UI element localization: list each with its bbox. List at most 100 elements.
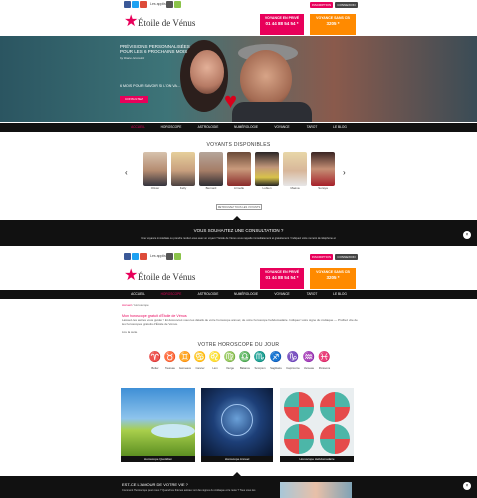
close-icon[interactable]: × — [463, 231, 471, 239]
capricorn-icon: ♑ — [286, 352, 300, 363]
nav-horoscope[interactable]: HOROSCOPE — [155, 124, 187, 131]
zodiac-name: Balance — [239, 366, 251, 370]
breadcrumb-home[interactable]: Accueil — [122, 303, 132, 307]
seer-card[interactable]: Bernard — [199, 152, 223, 190]
seer-card[interactable]: Soraya — [311, 152, 335, 190]
googleplus-icon[interactable] — [140, 253, 147, 260]
seers-title: VOYANTS DISPONIBLES — [206, 142, 271, 148]
consult-button[interactable]: CONSULTEZ — [120, 96, 148, 103]
nav-numerologie[interactable]: NUMÉROLOGIE — [228, 124, 264, 131]
nav-voyance[interactable]: VOYANCE — [268, 124, 296, 131]
band-notch — [232, 472, 242, 477]
apple-icon[interactable] — [166, 253, 173, 260]
cta-cb-label: VOYANCE SANS CB — [316, 16, 350, 20]
zodiac-item-poissons[interactable]: ♓ Poissons — [317, 352, 332, 374]
nav-astrologie[interactable]: ASTROLOGIE — [192, 291, 224, 298]
tile-horoscope-annuel[interactable]: Horoscope Annuel — [201, 388, 273, 462]
zodiac-name: Taureau — [164, 366, 176, 370]
connexion-button[interactable]: CONNEXION — [335, 253, 358, 260]
chevron-right-icon[interactable]: › — [343, 168, 346, 177]
logo[interactable]: ★ Étoile de Vénus — [124, 12, 234, 34]
cta-phone[interactable]: VOYANCE EN PRIVÉ 01 44 88 54 54 * — [260, 14, 304, 35]
tile-horoscope-quotidien[interactable]: Horoscope Quotidien — [121, 388, 195, 462]
hero-subtitle: 6 MOIS POUR SAVOIR SI L'ON VA... — [120, 84, 180, 88]
seer-card[interactable]: Lubien — [255, 152, 279, 190]
seer-card[interactable]: Armelle — [227, 152, 251, 190]
seer-photo — [199, 152, 223, 186]
nav-astrologie[interactable]: ASTROLOGIE — [192, 124, 224, 131]
wheel-1 — [284, 392, 314, 422]
zodiac-item-gemeaux[interactable]: ♊ Gémeaux — [178, 352, 192, 374]
tile-caption: Horoscope Hebdomadaire — [280, 456, 354, 462]
zodiac-item-lion[interactable]: ♌ Lion — [208, 352, 222, 374]
android-icon[interactable] — [174, 253, 181, 260]
logo-text: Étoile de Vénus — [138, 272, 196, 282]
zodiac-item-capricorne[interactable]: ♑ Capricorne — [285, 352, 301, 374]
seer-name: Olivier — [150, 186, 160, 190]
cta-cb[interactable]: VOYANCE SANS CB 3205 * — [310, 268, 356, 289]
cancer-icon: ♋ — [193, 352, 207, 363]
zodiac-item-scorpion[interactable]: ♏ Scorpion — [253, 352, 267, 374]
nav-accueil[interactable]: ACCUEIL — [124, 291, 152, 298]
virgo-icon: ♍ — [223, 352, 237, 363]
zodiac-name: Verseau — [303, 366, 315, 370]
close-icon[interactable]: × — [463, 482, 471, 490]
seer-name: Lubien — [262, 186, 272, 190]
nav-voyance[interactable]: VOYANCE — [268, 291, 296, 298]
zodiac-item-vierge[interactable]: ♍ Vierge — [223, 352, 237, 374]
twitter-icon[interactable] — [132, 1, 139, 8]
breadcrumb: Accueil / Horoscope — [122, 303, 149, 307]
connexion-button[interactable]: CONNEXION — [335, 1, 358, 8]
cta-phone[interactable]: VOYANCE EN PRIVÉ 01 44 88 54 54 * — [260, 268, 304, 289]
main-nav: ACCUEIL HOROSCOPE ASTROLOGIE NUMÉROLOGIE… — [0, 123, 477, 132]
nav-blog[interactable]: LE BLOG — [326, 291, 354, 298]
tile-image-zodiac-wheel — [201, 388, 273, 456]
seer-card[interactable]: Olivier — [143, 152, 167, 190]
tile-image-landscape — [121, 388, 195, 456]
zodiac-item-verseau[interactable]: ♒ Verseau — [302, 352, 316, 374]
facebook-icon[interactable] — [124, 253, 131, 260]
seer-card[interactable]: Kelly — [171, 152, 195, 190]
logo-text: Étoile de Vénus — [138, 18, 196, 28]
inscription-button[interactable]: INSCRIPTION — [310, 1, 333, 8]
all-seers-button[interactable]: RETROUVEZ TOUS LES VOYANTS — [216, 204, 262, 210]
zodiac-item-taureau[interactable]: ♉ Taureau — [163, 352, 177, 374]
nav-tarot[interactable]: TAROT — [300, 291, 324, 298]
aquarius-icon: ♒ — [302, 352, 316, 363]
nav-horoscope[interactable]: HOROSCOPE — [155, 291, 187, 298]
tile-horoscope-hebdomadaire[interactable]: Horoscope Hebdomadaire — [280, 388, 354, 462]
hero-title: PRÉVISIONS PERSONNALISÉES POUR LES 6 PRO… — [120, 44, 190, 54]
gemini-icon: ♊ — [178, 352, 192, 363]
love-title: EST-CE L'AMOUR DE VOTRE VIE ? — [122, 482, 188, 487]
cta-cb[interactable]: VOYANCE SANS CB 3205 * — [310, 14, 356, 35]
chevron-left-icon[interactable]: ‹ — [125, 168, 128, 177]
zodiac-name: Lion — [212, 366, 218, 370]
top-bar: Les applis INSCRIPTION CONNEXION — [0, 0, 477, 9]
facebook-icon[interactable] — [124, 1, 131, 8]
seer-photo — [227, 152, 251, 186]
seer-card[interactable]: Maéva — [283, 152, 307, 190]
nav-tarot[interactable]: TAROT — [300, 124, 324, 131]
zodiac-item-belier[interactable]: ♈ Bélier — [148, 352, 162, 374]
cta-cb-number: 3205 * — [326, 21, 340, 26]
leo-icon: ♌ — [208, 352, 222, 363]
hero-woman — [190, 50, 224, 94]
love-band: EST-CE L'AMOUR DE VOTRE VIE ? Comment l'… — [0, 472, 477, 498]
apple-icon[interactable] — [166, 1, 173, 8]
logo[interactable]: ★ Étoile de Vénus — [124, 266, 234, 288]
googleplus-icon[interactable] — [140, 1, 147, 8]
twitter-icon[interactable] — [132, 253, 139, 260]
nav-blog[interactable]: LE BLOG — [326, 124, 354, 131]
seer-photo — [283, 152, 307, 186]
zodiac-item-cancer[interactable]: ♋ Cancer — [193, 352, 207, 374]
wheel-ring — [221, 404, 253, 436]
inscription-button[interactable]: INSCRIPTION — [310, 253, 333, 260]
main-nav-2: ACCUEIL HOROSCOPE ASTROLOGIE NUMÉROLOGIE… — [0, 290, 477, 299]
android-icon[interactable] — [174, 1, 181, 8]
zodiac-row: ♈ Bélier ♉ Taureau ♊ Gémeaux ♋ Cancer ♌ Lion … — [148, 352, 332, 374]
zodiac-item-sagittaire[interactable]: ♐ Sagittaire — [268, 352, 284, 374]
nav-numerologie[interactable]: NUMÉROLOGIE — [228, 291, 264, 298]
nav-accueil[interactable]: ACCUEIL — [124, 124, 152, 131]
read-more-link[interactable]: Lire la suite — [122, 330, 137, 335]
zodiac-item-balance[interactable]: ♎ Balance — [238, 352, 252, 374]
